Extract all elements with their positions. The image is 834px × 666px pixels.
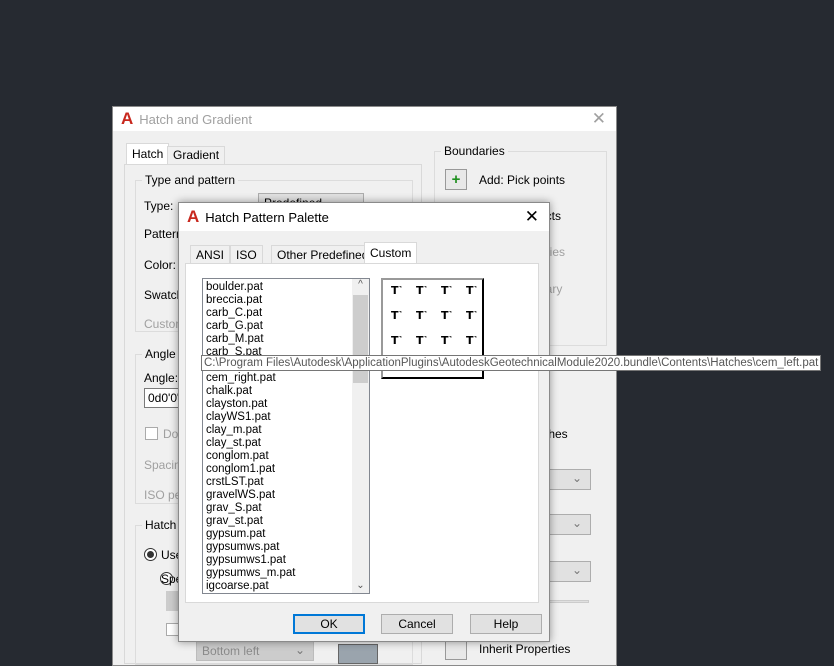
- title-bar: A Hatch and Gradient ✕: [113, 107, 616, 131]
- pick-points-icon[interactable]: +: [445, 169, 467, 190]
- pattern-list-item[interactable]: cem_right.pat: [203, 372, 369, 385]
- pattern-list-item[interactable]: breccia.pat: [203, 294, 369, 307]
- pattern-list-item[interactable]: clay_st.pat: [203, 437, 369, 450]
- pattern-list-item[interactable]: conglom.pat: [203, 450, 369, 463]
- pattern-symbol: T˺: [441, 334, 453, 347]
- tab-gradient[interactable]: Gradient: [167, 146, 226, 165]
- pattern-list-item[interactable]: igcoarse.pat: [203, 580, 369, 593]
- cancel-button[interactable]: Cancel: [381, 614, 453, 634]
- pattern-symbol: T˺: [391, 334, 403, 347]
- pattern-list-item[interactable]: clayWS1.pat: [203, 411, 369, 424]
- tab-iso[interactable]: ISO: [230, 245, 263, 264]
- pattern-symbol: T˺: [391, 284, 403, 297]
- dialog-title: Hatch and Gradient: [139, 111, 253, 127]
- hatch-pattern-palette-dialog: A Hatch Pattern Palette ✕ ANSI ISO Other…: [178, 202, 550, 642]
- pattern-list-item[interactable]: boulder.pat: [203, 281, 369, 294]
- tab-ansi[interactable]: ANSI: [190, 245, 231, 264]
- pattern-label: Pattern: [144, 227, 183, 241]
- palette-title: Hatch Pattern Palette: [205, 209, 329, 225]
- iso-pen-label: ISO pe: [144, 488, 182, 502]
- pattern-list-item[interactable]: gypsumws1.pat: [203, 554, 369, 567]
- group-label: Type and pattern: [142, 173, 239, 187]
- pattern-list-item[interactable]: clayston.pat: [203, 398, 369, 411]
- help-button[interactable]: Help: [470, 614, 542, 634]
- pattern-list-item[interactable]: gypsumws_m.pat: [203, 567, 369, 580]
- pattern-list-item[interactable]: crstLST.pat: [203, 476, 369, 489]
- spacing-label: Spacin: [144, 458, 181, 472]
- pattern-list-item[interactable]: grav_S.pat: [203, 502, 369, 515]
- close-icon[interactable]: ✕: [525, 207, 539, 227]
- pattern-list-item[interactable]: chalk.pat: [203, 385, 369, 398]
- pick-points-button[interactable]: Add: Pick points: [479, 173, 565, 187]
- pattern-symbol: T˺: [416, 284, 428, 297]
- pattern-list-item[interactable]: clay_m.pat: [203, 424, 369, 437]
- pattern-list[interactable]: boulder.pat breccia.pat carb_C.pat carb_G.p…: [202, 278, 370, 594]
- pattern-list-item[interactable]: gypsum.pat: [203, 528, 369, 541]
- custom-panel: boulder.pat breccia.pat carb_C.pat carb_G.p…: [185, 263, 539, 603]
- double-checkbox[interactable]: [145, 427, 158, 440]
- color-label: Color:: [144, 258, 177, 272]
- tab-custom[interactable]: Custom: [364, 242, 418, 265]
- pattern-symbol: T˺: [441, 284, 453, 297]
- scrollbar[interactable]: ^ ⌄: [352, 279, 369, 593]
- close-icon[interactable]: ✕: [592, 109, 606, 129]
- pattern-list-item[interactable]: carb_C.pat: [203, 307, 369, 320]
- pattern-list-item[interactable]: gypsumws.pat: [203, 541, 369, 554]
- pattern-list-item[interactable]: carb_M.pat: [203, 333, 369, 346]
- pattern-list-item[interactable]: carb_G.pat: [203, 320, 369, 333]
- pattern-symbol: T˺: [391, 309, 403, 322]
- palette-title-bar: A Hatch Pattern Palette ✕: [179, 203, 549, 231]
- scroll-up-icon[interactable]: ^: [352, 279, 369, 290]
- origin-position-dropdown[interactable]: Bottom left ⌄: [196, 641, 314, 661]
- pattern-list-item[interactable]: conglom1.pat: [203, 463, 369, 476]
- inherit-properties-button[interactable]: Inherit Properties: [479, 642, 570, 656]
- group-label: Boundaries: [441, 144, 508, 158]
- autocad-logo-icon: A: [187, 207, 200, 226]
- use-current-origin-radio[interactable]: [144, 548, 157, 561]
- origin-preview-image: [338, 644, 378, 664]
- tab-other-predefined[interactable]: Other Predefined: [271, 245, 375, 264]
- pattern-symbol: T˺: [416, 334, 428, 347]
- tab-hatch[interactable]: Hatch: [126, 143, 170, 165]
- inherit-properties-icon[interactable]: [445, 639, 467, 660]
- type-label: Type:: [144, 199, 174, 213]
- pattern-list-item[interactable]: grav_st.pat: [203, 515, 369, 528]
- pattern-list-item[interactable]: gravelWS.pat: [203, 489, 369, 502]
- pattern-symbol: T˺: [466, 334, 478, 347]
- ok-button[interactable]: OK: [293, 614, 365, 634]
- autocad-logo-icon: A: [121, 109, 134, 128]
- angle-label: Angle:: [144, 371, 179, 385]
- pattern-symbol: T˺: [441, 309, 453, 322]
- pattern-symbol: T˺: [466, 309, 478, 322]
- pattern-symbol: T˺: [416, 309, 428, 322]
- scroll-down-icon[interactable]: ⌄: [352, 580, 369, 591]
- pattern-symbol: T˺: [466, 284, 478, 297]
- path-tooltip: C:\Program Files\Autodesk\ApplicationPlu…: [201, 355, 822, 371]
